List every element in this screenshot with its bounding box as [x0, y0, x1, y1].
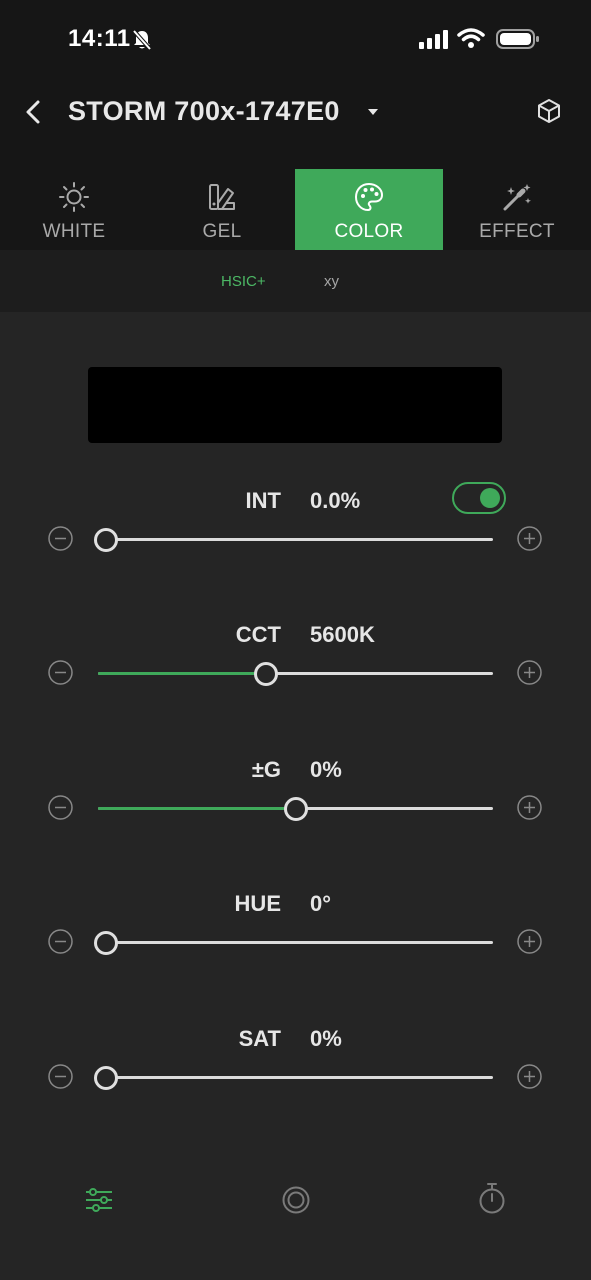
tab-label: GEL	[202, 221, 242, 242]
output-toggle[interactable]	[452, 482, 506, 514]
minus-icon[interactable]	[48, 929, 73, 954]
slider-knob[interactable]	[94, 931, 118, 955]
param-sat: SAT 0%	[0, 1026, 591, 1126]
tab-label: WHITE	[42, 221, 106, 242]
tab-label: EFFECT	[479, 221, 555, 242]
toggle-knob	[480, 488, 500, 508]
param-int: INT 0.0%	[0, 482, 591, 588]
slider-knob[interactable]	[94, 1066, 118, 1090]
plus-icon[interactable]	[517, 526, 542, 551]
param-value[interactable]: 0%	[310, 757, 342, 783]
device-name[interactable]: STORM 700x-1747E0	[68, 96, 340, 127]
slider-track[interactable]	[98, 941, 493, 944]
chevron-down-icon[interactable]	[366, 107, 380, 117]
plus-icon[interactable]	[517, 660, 542, 685]
status-bar: 14:11	[0, 0, 591, 80]
color-mode-subtabs: HSIC+ xy	[0, 250, 591, 312]
param-label: HUE	[234, 891, 281, 916]
minus-icon[interactable]	[48, 526, 73, 551]
param-value[interactable]: 0%	[310, 1026, 342, 1052]
slider-knob[interactable]	[253, 662, 278, 686]
slider-fill	[98, 672, 263, 675]
mode-tabs: WHITE GEL COLOR EFFECT	[0, 169, 591, 250]
tab-color[interactable]: COLOR	[295, 169, 443, 250]
param-value[interactable]: 0°	[310, 891, 331, 917]
slider-fill	[98, 807, 293, 810]
gel-swatch-icon	[209, 184, 235, 210]
slider-knob[interactable]	[94, 528, 118, 552]
tab-white[interactable]: WHITE	[0, 169, 148, 250]
param-value[interactable]: 5600K	[310, 622, 375, 648]
sun-icon	[59, 182, 89, 212]
slider-track[interactable]	[98, 538, 493, 541]
circle-target-icon[interactable]	[281, 1185, 311, 1215]
param-label: SAT	[238, 1026, 281, 1051]
param-green-magenta: ±G 0%	[0, 757, 591, 857]
subtab-xy[interactable]: xy	[324, 273, 339, 290]
color-preview	[88, 367, 502, 443]
param-cct: CCT 5600K	[0, 622, 591, 722]
tab-label: COLOR	[334, 221, 404, 242]
param-label: ±G	[251, 757, 281, 782]
tab-effect[interactable]: EFFECT	[443, 169, 591, 250]
plus-icon[interactable]	[517, 929, 542, 954]
plus-icon[interactable]	[517, 1064, 542, 1089]
cube-icon[interactable]	[535, 97, 563, 125]
wifi-icon	[457, 28, 485, 48]
minus-icon[interactable]	[48, 795, 73, 820]
sliders-icon[interactable]	[84, 1185, 114, 1215]
battery-icon	[496, 29, 539, 49]
palette-icon	[355, 183, 383, 211]
bell-muted-icon	[132, 29, 152, 51]
param-value[interactable]: 0.0%	[310, 488, 360, 514]
subtab-hsic[interactable]: HSIC+	[221, 273, 266, 290]
minus-icon[interactable]	[48, 1064, 73, 1089]
status-time: 14:11	[68, 25, 131, 52]
plus-icon[interactable]	[517, 795, 542, 820]
bottom-nav	[0, 1160, 591, 1240]
param-hue: HUE 0°	[0, 891, 591, 991]
magic-wand-icon	[503, 184, 531, 211]
slider-track[interactable]	[98, 1076, 493, 1079]
slider-knob[interactable]	[284, 797, 308, 821]
tab-gel[interactable]: GEL	[148, 169, 296, 250]
param-label: INT	[245, 488, 281, 513]
minus-icon[interactable]	[48, 660, 73, 685]
timer-icon[interactable]	[478, 1182, 506, 1216]
cellular-signal-icon	[419, 30, 448, 49]
param-label: CCT	[235, 622, 281, 647]
app-header: STORM 700x-1747E0	[0, 86, 591, 138]
back-arrow-icon[interactable]	[22, 98, 46, 126]
